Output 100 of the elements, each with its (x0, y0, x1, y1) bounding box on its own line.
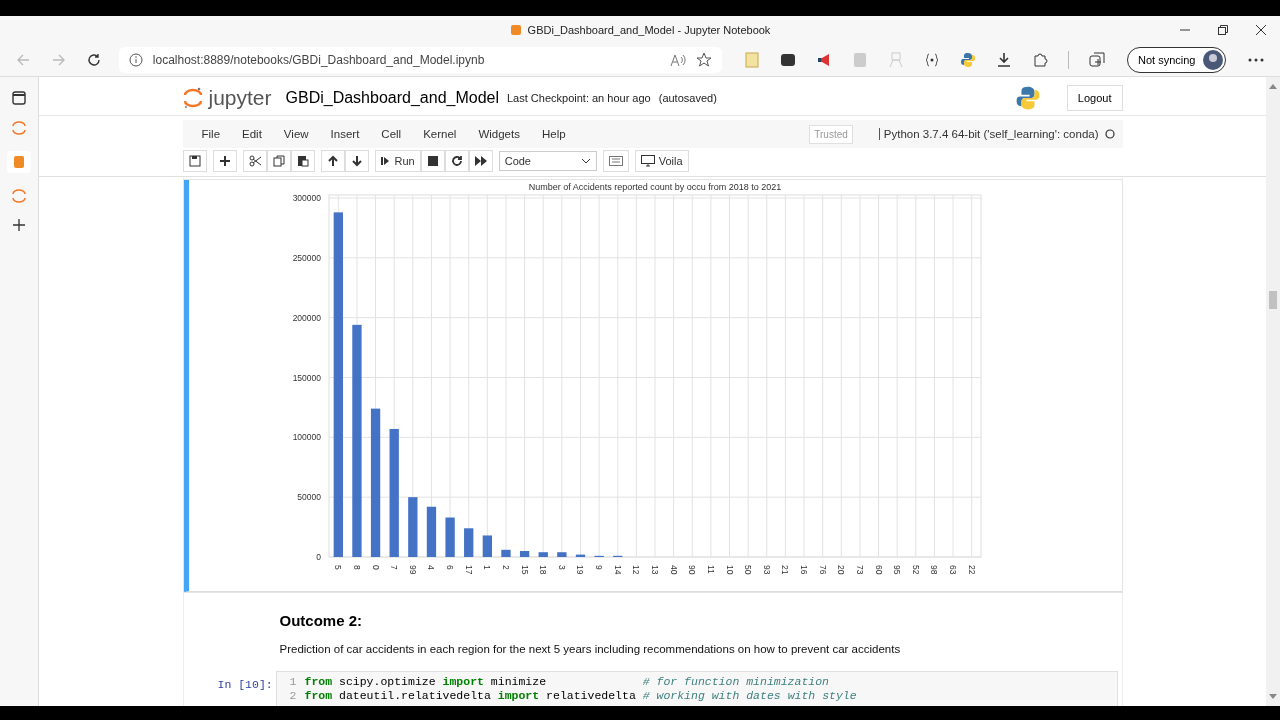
restore-icon[interactable] (1218, 25, 1228, 35)
save-button[interactable] (182, 150, 207, 172)
menu-item[interactable]: File (190, 128, 232, 140)
puzzle-icon[interactable] (1031, 52, 1048, 68)
move-down-button[interactable] (344, 150, 369, 172)
x-tick-label: 99 (407, 565, 418, 575)
notebook-title[interactable]: GBDi_Dashboard_and_Model (285, 89, 499, 107)
download-icon[interactable] (995, 52, 1012, 68)
info-icon (128, 53, 143, 67)
megaphone-icon[interactable] (815, 52, 832, 68)
bar (426, 506, 436, 557)
extension-icon[interactable] (779, 52, 796, 68)
code-editor[interactable]: 1 from scipy.optimize import minimize # for function minimization 2 from dateutil.relativedelta import relativedelta # working with dates with style (275, 671, 1118, 706)
bar (538, 552, 548, 557)
x-tick-label: 13 (649, 565, 660, 575)
move-up-button[interactable] (320, 150, 345, 172)
menu-item[interactable]: Help (530, 128, 577, 140)
menu-item[interactable]: View (272, 128, 320, 140)
paste-button[interactable] (290, 150, 315, 172)
x-tick-label: 60 (873, 565, 884, 575)
line-number: 1 (288, 675, 297, 689)
save-icon (188, 155, 201, 167)
bar (444, 517, 455, 557)
chart-title: Number of Accidents reported count by occu from 2018 to 2021 (528, 182, 781, 192)
y-tick-label: 250000 (292, 252, 321, 263)
scroll-thumb[interactable] (1269, 291, 1277, 309)
section-heading: Outcome 2: (279, 612, 363, 629)
plus-icon (218, 155, 231, 167)
kernel-name: Python 3.7.4 64-bit ('self_learning': conda) (878, 128, 1099, 140)
arrow-down-icon (350, 155, 363, 167)
menu-item[interactable]: Cell (370, 128, 413, 140)
x-tick-label: 15 (519, 565, 530, 575)
caret-icon (580, 158, 591, 164)
address-field[interactable]: localhost:8889/notebooks/GBDi_Dashboard_and_Model.ipynb (118, 47, 722, 73)
y-tick-label: 100000 (292, 432, 321, 443)
paste-icon (296, 155, 309, 167)
x-tick-label: 6 (444, 565, 455, 570)
x-tick-label: 76 (817, 565, 828, 575)
code-line: from scipy.optimize import minimize # for function minimization (304, 675, 830, 689)
scroll-down-icon[interactable] (1269, 694, 1277, 700)
read-aloud-icon[interactable] (669, 53, 686, 67)
x-tick-label: 10 (724, 565, 734, 575)
jupyter-logo-icon (182, 87, 203, 109)
stop-icon (427, 156, 438, 166)
monitor-icon (640, 155, 655, 167)
arrow-up-icon (326, 155, 339, 167)
menu-item[interactable]: Edit (231, 128, 273, 140)
x-tick-label: 95 (891, 565, 902, 575)
close-icon[interactable] (1256, 25, 1266, 35)
x-tick-label: 4 (425, 565, 436, 570)
x-tick-label: 14 (612, 565, 623, 575)
favorite-icon[interactable] (695, 52, 712, 68)
sync-button[interactable]: Not syncing (1126, 47, 1227, 73)
keyboard-button[interactable] (602, 150, 629, 172)
x-tick-label: 0 (370, 565, 381, 570)
scissors-icon (248, 155, 261, 167)
x-tick-label: 5 (332, 565, 343, 570)
scrollbar[interactable] (1266, 77, 1280, 706)
stop-button[interactable] (420, 150, 445, 172)
y-tick-label: 200000 (292, 312, 321, 323)
add-icon[interactable] (13, 219, 25, 231)
window-title: GBDi_Dashboard_and_Model - Jupyter Notebook (527, 24, 771, 36)
braces-icon[interactable] (923, 52, 940, 68)
cut-button[interactable] (242, 150, 267, 172)
refresh-icon[interactable] (87, 53, 101, 67)
jupyter-wordmark: jupyter (208, 86, 272, 110)
menu-item[interactable]: Kernel (412, 128, 468, 140)
line-number: 2 (288, 689, 297, 703)
menu-item[interactable]: Insert (319, 128, 371, 140)
y-tick-label: 150000 (292, 372, 321, 383)
checkpoint-text: Last Checkpoint: an hour ago (507, 92, 651, 104)
restart-button[interactable] (444, 150, 469, 172)
y-tick-label: 300000 (292, 193, 321, 203)
voila-button[interactable]: Voila (634, 150, 689, 172)
run-button[interactable]: Run (374, 150, 421, 172)
python-icon[interactable] (959, 52, 976, 68)
bar (407, 497, 417, 557)
jupyter-icon[interactable] (11, 121, 27, 135)
bar (500, 549, 511, 557)
x-tick-label: 98 (928, 565, 939, 575)
restart-icon (450, 155, 463, 167)
run-all-button[interactable] (468, 150, 493, 172)
x-tick-label: 3 (556, 565, 567, 570)
more-icon[interactable] (1248, 58, 1264, 62)
add-cell-button[interactable] (212, 150, 237, 172)
code-line: from dateutil.relativedelta import relativedelta # working with dates with style (304, 689, 857, 703)
collections-icon[interactable] (1088, 52, 1105, 68)
x-tick-label: 73 (854, 565, 865, 575)
scroll-up-icon[interactable] (1269, 83, 1277, 89)
cell-type-dropdown[interactable]: Code (498, 151, 597, 171)
x-tick-label: 20 (835, 565, 846, 575)
keyboard-icon (608, 156, 623, 166)
jupyter-icon[interactable] (11, 189, 27, 203)
logout-button[interactable]: Logout (1066, 85, 1123, 111)
step-icon (380, 156, 391, 166)
tabs-icon[interactable] (12, 91, 26, 105)
x-tick-label: 12 (630, 565, 641, 575)
bar (519, 551, 529, 557)
menu-item[interactable]: Widgets (467, 128, 531, 140)
x-tick-label: 16 (798, 565, 809, 575)
